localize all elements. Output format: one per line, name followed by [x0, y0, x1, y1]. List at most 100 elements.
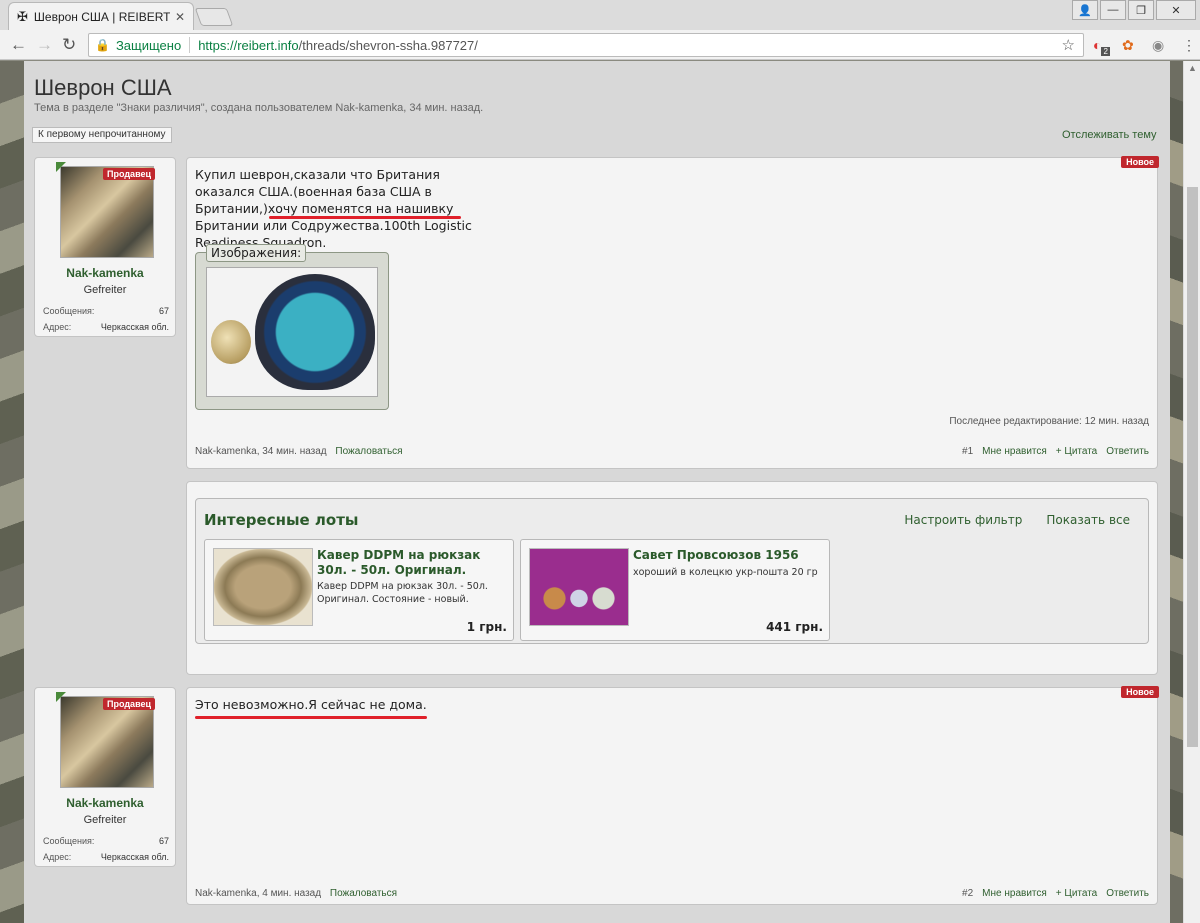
- post-author-time[interactable]: Nak-kamenka, 4 мин. назад: [195, 888, 321, 899]
- message-line: оказался США.(военная база США в: [195, 184, 432, 199]
- lock-icon: 🔒: [95, 38, 110, 52]
- messages-value[interactable]: 67: [159, 306, 169, 316]
- report-link[interactable]: Пожаловаться: [335, 446, 402, 457]
- browser-tab[interactable]: ✠ Шеврон США | REIBERT.i ✕: [8, 2, 194, 30]
- post-author-time[interactable]: Nak-kamenka, 34 мин. назад: [195, 446, 327, 457]
- first-unread-button[interactable]: К первому непрочитанному: [32, 127, 172, 143]
- message-line: Купил шеврон,сказали что Британия: [195, 167, 440, 182]
- address-stat: Адрес: Черкасская обл.: [43, 322, 169, 332]
- user-info-box: Продавец Nak-kamenka Gefreiter Сообщения…: [34, 687, 176, 867]
- lot-title[interactable]: Савет Провсоюзов 1956: [633, 548, 823, 563]
- seller-badge: Продавец: [103, 168, 156, 180]
- avatar-corner-mark: [56, 692, 66, 702]
- new-badge: Новое: [1121, 156, 1159, 168]
- post-message: Это невозможно.Я сейчас не дома.: [195, 697, 427, 712]
- new-tab-button[interactable]: [194, 8, 234, 26]
- bookmark-star-icon[interactable]: ☆: [1062, 36, 1075, 54]
- address-bar[interactable]: 🔒 Защищено https://reibert.info /threads…: [88, 33, 1084, 57]
- url-path: /threads/shevron-ssha.987727/: [298, 37, 478, 53]
- lot-thumbnail[interactable]: [213, 548, 313, 626]
- quote-link[interactable]: + Цитата: [1056, 888, 1097, 899]
- address-value: Черкасская обл.: [100, 322, 169, 332]
- settings-extension-icon[interactable]: ◉: [1152, 37, 1164, 54]
- url-host: https://reibert.info: [198, 37, 299, 53]
- lot-description: хороший в колецкю укр-пошта 20 гр: [633, 567, 818, 578]
- attachments-label: Изображения:: [206, 244, 307, 262]
- avatar-corner-mark: [56, 162, 66, 172]
- quote-link[interactable]: + Цитата: [1056, 446, 1097, 457]
- username[interactable]: Nak-kamenka: [35, 266, 175, 280]
- lot-title[interactable]: Кавер DDPM на рюкзак 30л. - 50л. Оригина…: [317, 548, 507, 578]
- coin-image: [211, 320, 251, 364]
- user-rank: Gefreiter: [83, 814, 127, 826]
- messages-label: Сообщения:: [43, 836, 95, 846]
- tab-title: Шеврон США | REIBERT.i: [33, 9, 170, 24]
- reload-icon[interactable]: ↻: [62, 36, 76, 54]
- patch-image: [255, 274, 375, 390]
- messages-value[interactable]: 67: [159, 836, 169, 846]
- forum-content: Шеврон США Тема в разделе "Знаки различи…: [24, 61, 1170, 923]
- last-edited: Последнее редактирование: 12 мин. назад: [949, 416, 1149, 427]
- user-info-box: Продавец Nak-kamenka Gefreiter Сообщения…: [34, 157, 176, 337]
- page-viewport: Шеврон США Тема в разделе "Знаки различи…: [0, 61, 1183, 923]
- lots-panel: Интересные лоты Настроить фильтр Показат…: [195, 498, 1149, 644]
- user-rank: Gefreiter: [83, 284, 127, 296]
- interesting-lots-box: Интересные лоты Настроить фильтр Показат…: [186, 481, 1158, 675]
- secure-label: Защищено: [115, 37, 182, 53]
- red-underline-mark: [269, 216, 461, 219]
- window-controls: 👤 — ❐ ✕: [1072, 0, 1196, 20]
- forward-icon[interactable]: →: [36, 36, 53, 54]
- address-stat: Адрес: Черкасская обл.: [43, 852, 169, 862]
- filter-settings-link[interactable]: Настроить фильтр: [904, 513, 1022, 527]
- post-message: Купил шеврон,сказали что Британия оказал…: [195, 166, 485, 251]
- opera-extension-icon[interactable]: ◐ 2: [1093, 37, 1110, 56]
- like-link[interactable]: Мне нравится: [982, 888, 1047, 899]
- profile-icon[interactable]: 👤: [1072, 0, 1098, 20]
- lots-links: Настроить фильтр Показать все: [904, 513, 1130, 527]
- attachment-thumbnail[interactable]: [206, 267, 378, 397]
- show-all-link[interactable]: Показать все: [1046, 513, 1130, 527]
- browser-tab-bar: ✠ Шеврон США | REIBERT.i ✕ 👤 — ❐ ✕: [0, 0, 1200, 30]
- lot-price: 441 грн.: [766, 620, 823, 634]
- page-scrollbar[interactable]: ▲: [1183, 61, 1200, 923]
- tab-close-icon[interactable]: ✕: [175, 10, 185, 24]
- lot-price: 1 грн.: [466, 620, 507, 634]
- address-label: Адрес:: [43, 322, 72, 332]
- restore-button[interactable]: ❐: [1128, 0, 1154, 20]
- reply-link[interactable]: Ответить: [1106, 446, 1149, 457]
- post-footer-left: Nak-kamenka, 4 мин. назад Пожаловаться: [195, 888, 397, 899]
- extension-icon[interactable]: ✿: [1122, 37, 1134, 54]
- thread-title: Шеврон США: [34, 75, 172, 100]
- post-footer-right: #1 Мне нравится + Цитата Ответить: [962, 446, 1149, 457]
- post-number[interactable]: #2: [962, 888, 973, 899]
- address-label: Адрес:: [43, 852, 72, 862]
- minimize-button[interactable]: —: [1100, 0, 1126, 20]
- menu-icon[interactable]: ⋮: [1182, 37, 1196, 54]
- address-separator: [189, 37, 191, 53]
- messages-stat: Сообщения: 67: [43, 836, 169, 846]
- site-favicon-icon: ✠: [17, 8, 28, 24]
- new-badge: Новое: [1121, 686, 1159, 698]
- message-line: Британии или Содружества.100th Logistic: [195, 218, 472, 233]
- username[interactable]: Nak-kamenka: [35, 796, 175, 810]
- post-number[interactable]: #1: [962, 446, 973, 457]
- reply-link[interactable]: Ответить: [1106, 888, 1149, 899]
- report-link[interactable]: Пожаловаться: [330, 888, 397, 899]
- scroll-up-icon[interactable]: ▲: [1188, 63, 1197, 73]
- lot-card[interactable]: Кавер DDPM на рюкзак 30л. - 50л. Оригина…: [204, 539, 514, 641]
- seller-badge: Продавец: [103, 698, 156, 710]
- post-2: Новое Это невозможно.Я сейчас не дома. N…: [186, 686, 1159, 905]
- lot-thumbnail[interactable]: [529, 548, 629, 626]
- lot-card[interactable]: Савет Провсоюзов 1956 хороший в колецкю …: [520, 539, 830, 641]
- like-link[interactable]: Мне нравится: [982, 446, 1047, 457]
- attachments-block: Изображения:: [195, 244, 389, 410]
- scroll-thumb[interactable]: [1187, 187, 1198, 747]
- message-line: Британии,)хочу поменятся на нашивку: [195, 201, 454, 216]
- thread-description: Тема в разделе "Знаки различия", создана…: [34, 102, 484, 114]
- close-window-button[interactable]: ✕: [1156, 0, 1196, 20]
- post-footer-left: Nak-kamenka, 34 мин. назад Пожаловаться: [195, 446, 403, 457]
- watch-thread-link[interactable]: Отслеживать тему: [1062, 129, 1157, 141]
- back-icon[interactable]: ←: [10, 36, 27, 54]
- messages-label: Сообщения:: [43, 306, 95, 316]
- post-1: Новое Купил шеврон,сказали что Британия …: [186, 156, 1159, 469]
